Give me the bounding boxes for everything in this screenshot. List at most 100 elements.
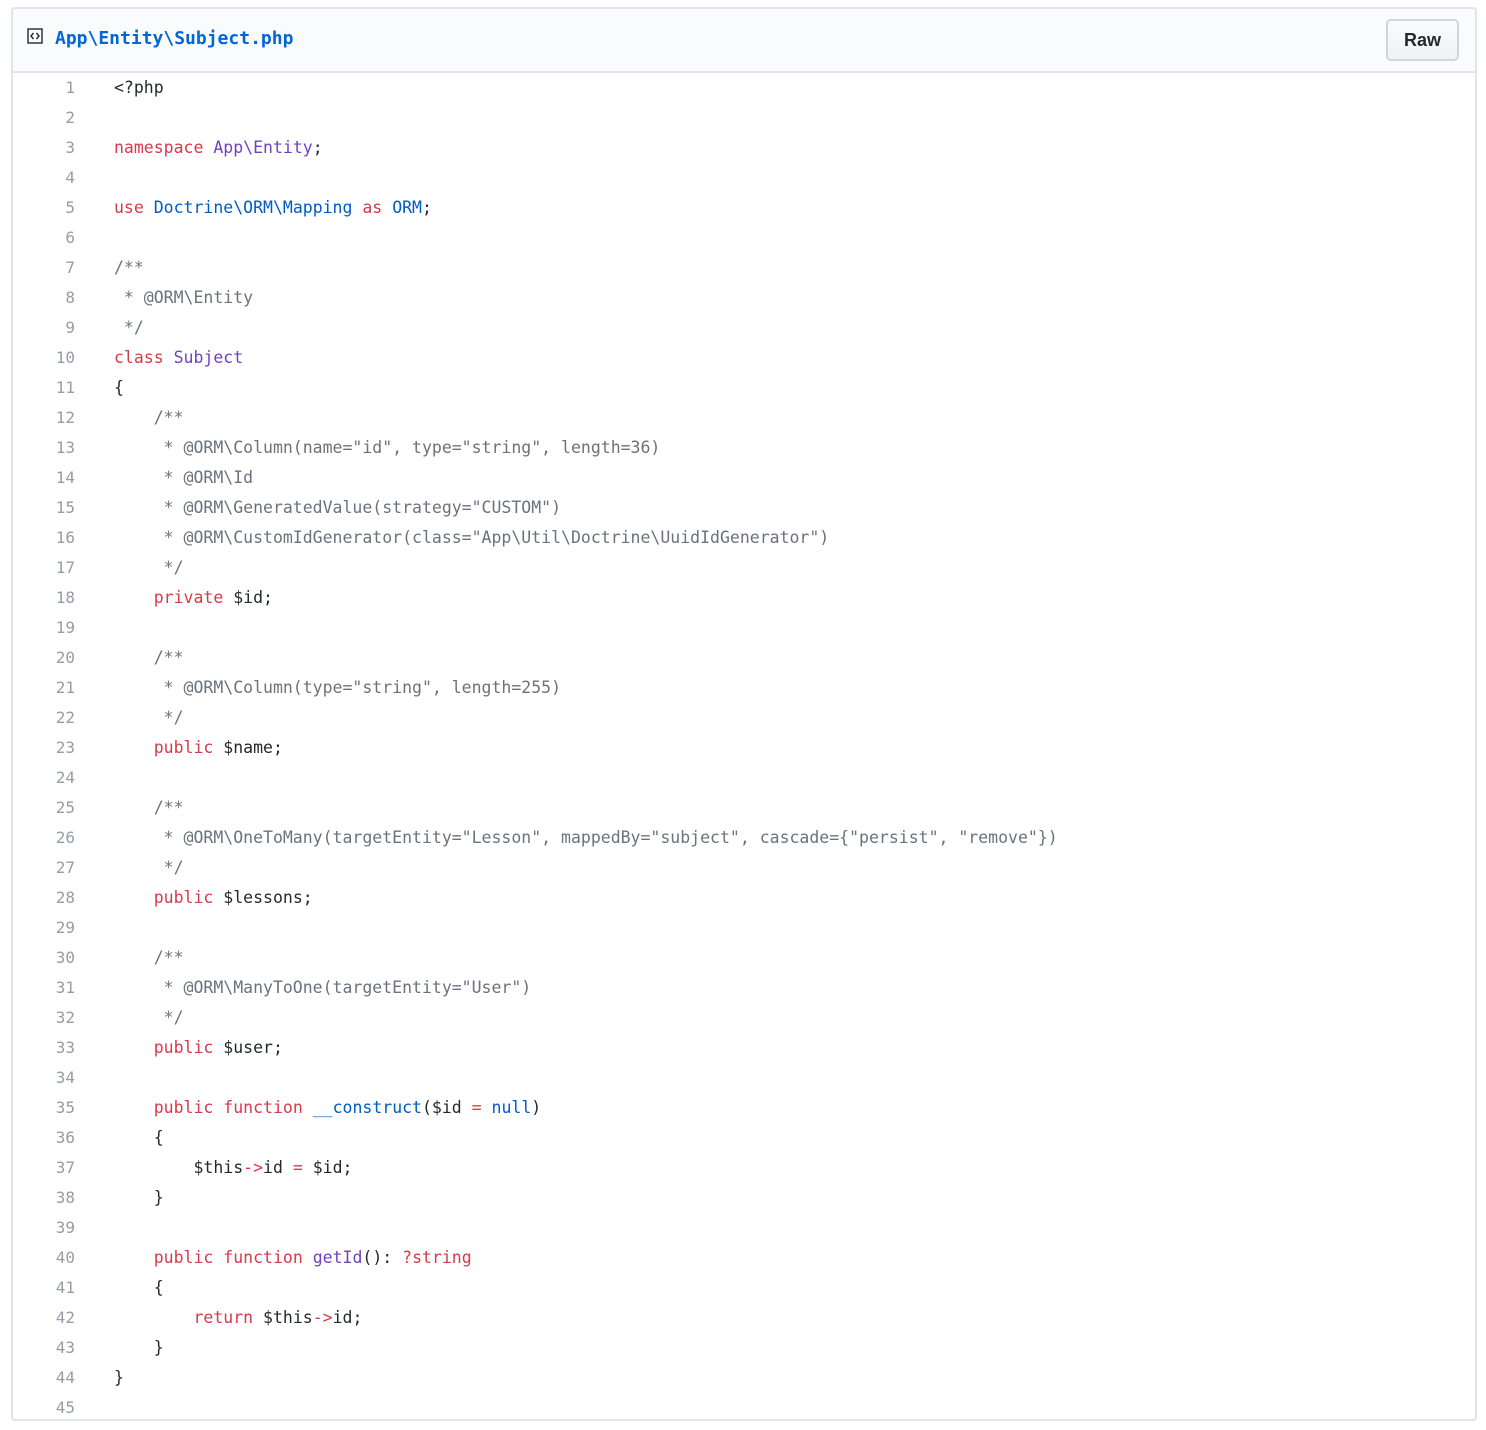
- code-token: function: [223, 1098, 303, 1117]
- line-number[interactable]: 15: [13, 493, 75, 523]
- line-number[interactable]: 2: [13, 103, 75, 133]
- line-code: {: [114, 1273, 164, 1303]
- code-token: ($id: [422, 1098, 472, 1117]
- line-number[interactable]: 8: [13, 283, 75, 313]
- line-number[interactable]: 21: [13, 673, 75, 703]
- line-number[interactable]: 34: [13, 1063, 75, 1093]
- line-number[interactable]: 45: [13, 1393, 75, 1419]
- line-code: /**: [114, 943, 184, 973]
- line-number[interactable]: 6: [13, 223, 75, 253]
- line-code: */: [114, 703, 184, 733]
- code-line: 3 namespace App\Entity;: [13, 133, 1475, 163]
- line-number[interactable]: 1: [13, 73, 75, 103]
- line-number[interactable]: 28: [13, 883, 75, 913]
- code-token: }: [114, 1188, 164, 1207]
- code-token: class: [114, 348, 164, 367]
- code-table: 1 <?php 2 3 namespace App\Entity; 4 5 use Doctr…: [13, 73, 1475, 1419]
- line-number[interactable]: 23: [13, 733, 75, 763]
- line-number[interactable]: 33: [13, 1033, 75, 1063]
- line-number[interactable]: 37: [13, 1153, 75, 1183]
- line-number[interactable]: 39: [13, 1213, 75, 1243]
- code-line: 19: [13, 613, 1475, 643]
- code-token: }: [114, 1368, 124, 1387]
- line-number[interactable]: 32: [13, 1003, 75, 1033]
- line-number[interactable]: 26: [13, 823, 75, 853]
- line-number[interactable]: 31: [13, 973, 75, 1003]
- raw-button[interactable]: Raw: [1385, 19, 1459, 61]
- line-code: * @ORM\CustomIdGenerator(class="App\Util…: [114, 523, 830, 553]
- line-number[interactable]: 13: [13, 433, 75, 463]
- line-number[interactable]: 24: [13, 763, 75, 793]
- line-number[interactable]: 14: [13, 463, 75, 493]
- line-code: * @ORM\Column(name="id", type="string", …: [114, 433, 661, 463]
- line-code: use Doctrine\ORM\Mapping as ORM;: [114, 193, 432, 223]
- line-code: }: [114, 1183, 164, 1213]
- code-token: =: [471, 1098, 482, 1117]
- code-line: 16 * @ORM\CustomIdGenerator(class="App\U…: [13, 523, 1475, 553]
- code-token: public: [153, 888, 214, 907]
- code-token: */: [114, 318, 144, 337]
- code-line: 12 /**: [13, 403, 1475, 433]
- line-number[interactable]: 18: [13, 583, 75, 613]
- line-number[interactable]: 11: [13, 373, 75, 403]
- line-number[interactable]: 5: [13, 193, 75, 223]
- code-token: * @ORM\OneToMany(targetEntity="Lesson", …: [114, 828, 1058, 847]
- code-file-icon: [27, 28, 43, 44]
- code-token: function: [223, 1248, 303, 1267]
- line-number[interactable]: 16: [13, 523, 75, 553]
- line-code: <?php: [114, 73, 164, 103]
- code-line: 44}: [13, 1363, 1475, 1393]
- line-number[interactable]: 4: [13, 163, 75, 193]
- line-number[interactable]: 42: [13, 1303, 75, 1333]
- line-number[interactable]: 12: [13, 403, 75, 433]
- line-code: */: [114, 313, 144, 343]
- line-code: }: [114, 1363, 124, 1393]
- line-code: public $lessons;: [114, 883, 313, 913]
- line-number[interactable]: 29: [13, 913, 75, 943]
- line-number[interactable]: 30: [13, 943, 75, 973]
- line-number[interactable]: 38: [13, 1183, 75, 1213]
- code-line: 23 public $name;: [13, 733, 1475, 763]
- code-token: * @ORM\Entity: [114, 288, 254, 307]
- line-number[interactable]: 20: [13, 643, 75, 673]
- code-line: 27 */: [13, 853, 1475, 883]
- line-code: /**: [114, 403, 184, 433]
- line-code: * @ORM\ManyToOne(targetEntity="User"): [114, 973, 532, 1003]
- code-token: public: [153, 1098, 214, 1117]
- line-number[interactable]: 41: [13, 1273, 75, 1303]
- line-number[interactable]: 36: [13, 1123, 75, 1153]
- file-path-link[interactable]: App\Entity\Subject.php: [55, 27, 293, 51]
- code-line: 11 {: [13, 373, 1475, 403]
- code-line: 25 /**: [13, 793, 1475, 823]
- line-number[interactable]: 25: [13, 793, 75, 823]
- code-line: 4: [13, 163, 1475, 193]
- code-line: 36 {: [13, 1123, 1475, 1153]
- line-number[interactable]: 7: [13, 253, 75, 283]
- code-line: 2: [13, 103, 1475, 133]
- code-token: {: [114, 378, 124, 397]
- line-code: * @ORM\Entity: [114, 283, 253, 313]
- line-number[interactable]: 22: [13, 703, 75, 733]
- code-token: $user;: [213, 1038, 283, 1057]
- line-code: /**: [114, 793, 184, 823]
- line-number[interactable]: 10: [13, 343, 75, 373]
- code-line: 17 */: [13, 553, 1475, 583]
- line-number[interactable]: 19: [13, 613, 75, 643]
- line-number[interactable]: 3: [13, 133, 75, 163]
- line-number[interactable]: 27: [13, 853, 75, 883]
- line-number[interactable]: 17: [13, 553, 75, 583]
- line-number[interactable]: 44: [13, 1363, 75, 1393]
- code-token: * @ORM\GeneratedValue(strategy="CUSTOM"): [114, 498, 562, 517]
- line-number[interactable]: 40: [13, 1243, 75, 1273]
- code-token: getId: [312, 1248, 363, 1267]
- code-token: * @ORM\Column(name="id", type="string", …: [114, 438, 661, 457]
- line-number[interactable]: 35: [13, 1093, 75, 1123]
- line-number[interactable]: 9: [13, 313, 75, 343]
- code-line: 33 public $user;: [13, 1033, 1475, 1063]
- line-number[interactable]: 43: [13, 1333, 75, 1363]
- line-code: {: [114, 1123, 164, 1153]
